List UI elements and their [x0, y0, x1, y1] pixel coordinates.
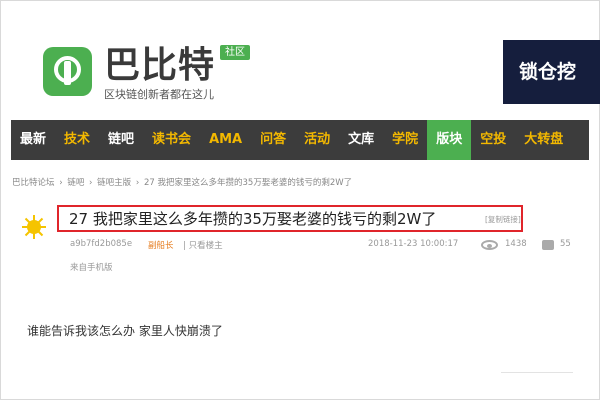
eye-icon — [481, 240, 498, 250]
nav-item[interactable]: 技术 — [55, 120, 99, 160]
breadcrumb-sep: › — [59, 178, 63, 188]
breadcrumb: 巴比特论坛 › 链吧 › 链吧主版 › 27 我把家里这么多年攒的35万娶老婆的… — [12, 176, 354, 188]
breadcrumb-thread[interactable]: 27 我把家里这么多年攒的35万娶老婆的钱亏的剩2W了 — [144, 178, 352, 188]
post-author[interactable]: a9b7fd2b085e — [70, 239, 132, 249]
main-nav: 最新 技术 链吧 读书会 AMA 问答 活动 文库 学院 版块 空投 大转盘 — [11, 120, 589, 160]
breadcrumb-subboard[interactable]: 链吧主版 — [97, 178, 131, 188]
author-role-badge: 副船长 — [148, 241, 174, 251]
breadcrumb-forum[interactable]: 巴比特论坛 — [12, 178, 55, 188]
nav-item[interactable]: 最新 — [11, 120, 55, 160]
site-title[interactable]: 巴比特 — [104, 46, 215, 86]
community-badge: 社区 — [220, 45, 250, 60]
site-slogan: 区块链创新者都在这儿 — [104, 88, 214, 101]
babite-logo-icon[interactable] — [43, 47, 92, 96]
logo-bar — [64, 61, 71, 85]
nav-item[interactable]: 空投 — [471, 120, 515, 160]
breadcrumb-board[interactable]: 链吧 — [67, 178, 84, 188]
reply-count: 55 — [560, 239, 571, 249]
only-owner-label[interactable]: 只看楼主 — [189, 241, 223, 251]
avatar-sun-icon[interactable] — [22, 215, 46, 239]
breadcrumb-sep: › — [89, 178, 93, 188]
post-title: 27 我把家里这么多年攒的35万娶老婆的钱亏的剩2W了 — [69, 210, 437, 228]
post-content: 谁能告诉我该怎么办 家里人快崩溃了 — [27, 324, 223, 338]
ad-banner[interactable]: 锁仓挖 — [503, 40, 600, 104]
nav-item[interactable]: 文库 — [339, 120, 383, 160]
view-count: 1438 — [505, 239, 527, 249]
nav-item[interactable]: 学院 — [383, 120, 427, 160]
divider — [501, 372, 573, 373]
post-date: 2018-11-23 10:00:17 — [368, 239, 459, 249]
copy-link-button[interactable]: [复制链接] — [485, 214, 521, 225]
nav-item[interactable]: 读书会 — [143, 120, 200, 160]
nav-item[interactable]: 版块 — [427, 120, 472, 160]
only-owner-link[interactable]: | 只看楼主 — [183, 239, 223, 251]
comment-icon — [542, 240, 554, 250]
meta-sep: | — [183, 241, 186, 251]
nav-item[interactable]: 问答 — [251, 120, 295, 160]
nav-item[interactable]: 大转盘 — [515, 120, 572, 160]
post-source: 来自手机版 — [70, 263, 113, 273]
post-title-highlight: 27 我把家里这么多年攒的35万娶老婆的钱亏的剩2W了 [复制链接] — [57, 205, 523, 232]
breadcrumb-sep: › — [135, 178, 140, 188]
nav-item[interactable]: 链吧 — [99, 120, 143, 160]
nav-item[interactable]: 活动 — [295, 120, 339, 160]
nav-item[interactable]: AMA — [200, 120, 251, 160]
